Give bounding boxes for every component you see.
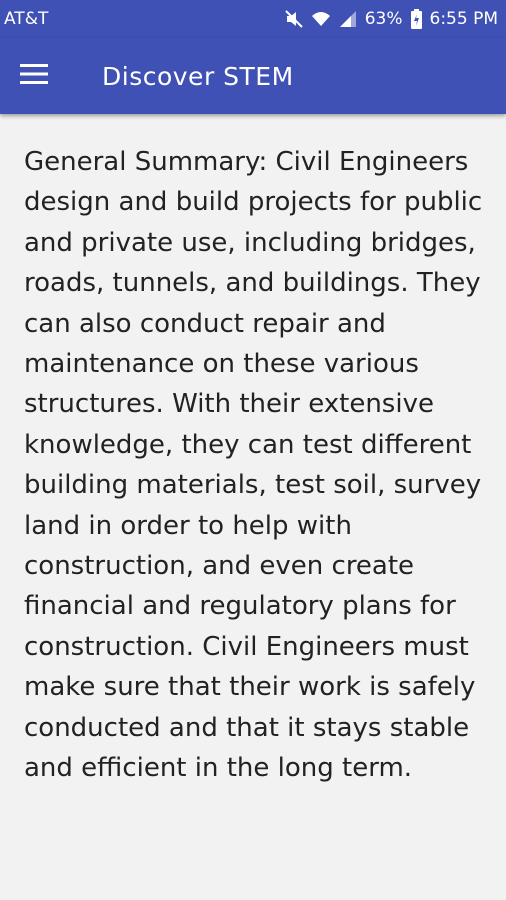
status-icons: 63% 6:55 PM bbox=[284, 9, 499, 29]
battery-icon bbox=[410, 9, 422, 29]
menu-button[interactable] bbox=[0, 38, 68, 114]
app-bar: Discover STEM bbox=[0, 38, 506, 114]
mute-icon bbox=[284, 10, 303, 28]
summary-text: General Summary: Civil Engineers design … bbox=[24, 147, 483, 784]
wifi-icon bbox=[311, 10, 331, 28]
page-title: Discover STEM bbox=[102, 61, 294, 91]
hamburger-menu-icon bbox=[20, 64, 48, 88]
battery-percent: 63% bbox=[364, 9, 403, 29]
status-bar: AT&T 63% 6:55 PM bbox=[0, 0, 506, 38]
clock: 6:55 PM bbox=[429, 9, 499, 29]
content-scroll-area[interactable]: General Summary: Civil Engineers design … bbox=[0, 114, 506, 900]
signal-icon bbox=[339, 10, 357, 28]
carrier-label: AT&T bbox=[4, 9, 49, 29]
